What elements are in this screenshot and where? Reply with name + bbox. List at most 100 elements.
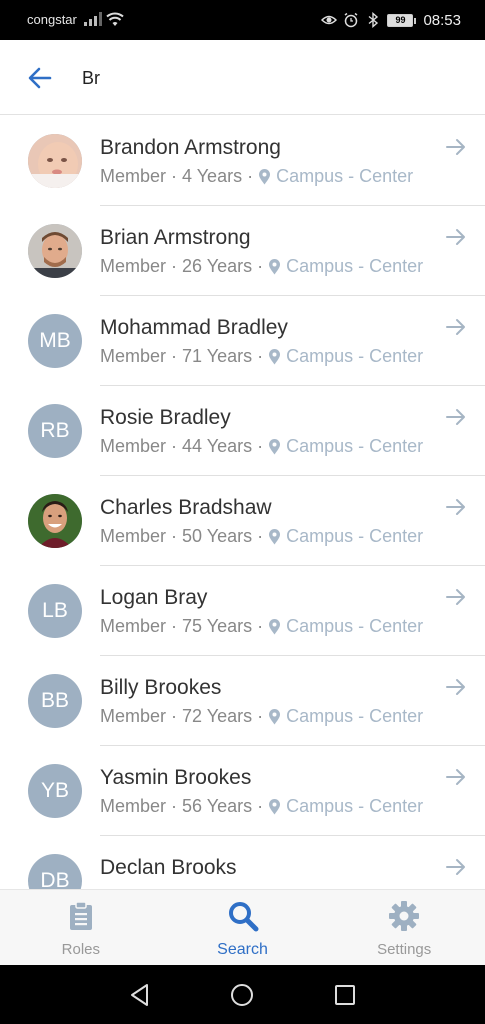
location-pin-icon xyxy=(269,618,281,634)
bluetooth-icon xyxy=(369,12,379,28)
person-campus: Campus - Center xyxy=(276,166,414,186)
location-pin-icon xyxy=(269,708,281,724)
avatar: RB xyxy=(28,404,82,458)
recents-square-icon[interactable] xyxy=(332,982,358,1008)
avatar xyxy=(28,134,82,188)
avatar-initials: LB xyxy=(42,599,68,622)
tab-search[interactable]: Search xyxy=(162,890,324,965)
person-campus: Campus - Center xyxy=(286,346,424,366)
person-age: 71 Years xyxy=(182,346,253,366)
person-meta: Member · 71 Years · Campus - Center xyxy=(100,346,424,366)
person-campus: Campus - Center xyxy=(286,796,424,816)
person-role: Member xyxy=(100,346,167,366)
search-results-list: Brandon Armstrong Member · 4 Years · Campus -… xyxy=(0,116,485,889)
person-name: Mohammad Bradley xyxy=(100,316,288,339)
home-circle-icon[interactable] xyxy=(229,982,255,1008)
arrow-right-icon xyxy=(446,679,465,695)
person-campus: Campus - Center xyxy=(286,256,424,276)
arrow-right-icon xyxy=(446,319,465,335)
tab-roles[interactable]: Roles xyxy=(0,890,162,965)
avatar xyxy=(28,224,82,278)
battery-indicator: 99 xyxy=(387,13,417,27)
person-age: 50 Years xyxy=(182,526,253,546)
system-nav-bar xyxy=(0,965,485,1024)
person-role: Member xyxy=(100,436,167,456)
list-item[interactable]: DB Declan Brooks xyxy=(0,836,485,889)
person-meta: Member · 4 Years · Campus - Center xyxy=(100,166,414,186)
gear-icon xyxy=(388,900,420,937)
list-item[interactable]: Brian Armstrong Member · 26 Years · Campus - … xyxy=(0,206,485,296)
list-item[interactable]: Brandon Armstrong Member · 4 Years · Campus -… xyxy=(0,116,485,206)
avatar-initials: MB xyxy=(39,329,71,352)
person-name: Yasmin Brookes xyxy=(100,766,252,789)
list-item[interactable]: LB Logan Bray Member · 75 Years · Campus - Cen… xyxy=(0,566,485,656)
arrow-right-icon xyxy=(446,589,465,605)
list-item[interactable]: RB Rosie Bradley Member · 44 Years · Campus - … xyxy=(0,386,485,476)
back-triangle-icon[interactable] xyxy=(127,982,153,1008)
arrow-right-icon xyxy=(446,229,465,245)
clock: 08:53 xyxy=(423,11,461,29)
signal-icon xyxy=(84,12,102,26)
arrow-right-icon xyxy=(446,139,465,155)
person-age: 4 Years xyxy=(182,166,243,186)
person-meta: Member · 44 Years · Campus - Center xyxy=(100,436,424,456)
avatar xyxy=(28,494,82,548)
back-button[interactable] xyxy=(20,60,60,96)
man-photo xyxy=(28,224,82,278)
person-name: Charles Bradshaw xyxy=(100,496,272,519)
person-role: Member xyxy=(100,706,167,726)
location-pin-icon xyxy=(269,258,281,274)
list-item[interactable]: Charles Bradshaw Member · 50 Years · Campus -… xyxy=(0,476,485,566)
arrow-left-icon xyxy=(28,67,52,89)
list-item[interactable]: BB Billy Brookes Member · 72 Years · Campus - … xyxy=(0,656,485,746)
person-age: 56 Years xyxy=(182,796,253,816)
person-meta: Member · 50 Years · Campus - Center xyxy=(100,526,424,546)
list-item[interactable]: MB Mohammad Bradley Member · 71 Years · Campus… xyxy=(0,296,485,386)
carrier-name: congstar xyxy=(27,12,77,27)
person-name: Declan Brooks xyxy=(100,856,237,879)
person-name: Rosie Bradley xyxy=(100,406,231,429)
person-age: 44 Years xyxy=(182,436,253,456)
person-meta: Member · 26 Years · Campus - Center xyxy=(100,256,424,276)
search-icon xyxy=(227,900,259,937)
person-role: Member xyxy=(100,166,167,186)
avatar-initials: RB xyxy=(40,419,70,442)
person-name: Logan Bray xyxy=(100,586,208,609)
person-campus: Campus - Center xyxy=(286,436,424,456)
tab-settings[interactable]: Settings xyxy=(323,890,485,965)
eye-icon xyxy=(321,15,338,25)
wifi-icon xyxy=(106,12,124,26)
location-pin-icon xyxy=(269,348,281,364)
person-meta: Member · 75 Years · Campus - Center xyxy=(100,616,424,636)
person-role: Member xyxy=(100,256,167,276)
person-role: Member xyxy=(100,616,167,636)
smiling-man-photo xyxy=(28,494,82,548)
avatar-initials: YB xyxy=(40,779,69,802)
search-input[interactable] xyxy=(82,64,452,92)
person-age: 72 Years xyxy=(182,706,253,726)
avatar: YB xyxy=(28,764,82,818)
location-pin-icon xyxy=(269,438,281,454)
avatar-initials: DB xyxy=(40,869,70,889)
avatar: MB xyxy=(28,314,82,368)
person-campus: Campus - Center xyxy=(286,706,424,726)
person-role: Member xyxy=(100,526,167,546)
status-bar: congstar 99 08:53 xyxy=(0,0,485,40)
person-meta: Member · 56 Years · Campus - Center xyxy=(100,796,424,816)
list-item[interactable]: YB Yasmin Brookes Member · 56 Years · Campus -… xyxy=(0,746,485,836)
alarm-icon xyxy=(345,12,358,28)
avatar-initials: BB xyxy=(40,689,69,712)
location-pin-icon xyxy=(259,168,271,184)
location-pin-icon xyxy=(269,798,281,814)
person-role: Member xyxy=(100,796,167,816)
arrow-right-icon xyxy=(446,769,465,785)
search-header xyxy=(0,40,485,115)
avatar: LB xyxy=(28,584,82,638)
arrow-right-icon xyxy=(446,409,465,425)
baby-photo xyxy=(28,134,82,188)
bottom-tab-bar: Roles Search Settings xyxy=(0,889,485,965)
clipboard-icon xyxy=(65,900,97,937)
person-campus: Campus - Center xyxy=(286,616,424,636)
arrow-right-icon xyxy=(446,499,465,515)
location-pin-icon xyxy=(269,528,281,544)
